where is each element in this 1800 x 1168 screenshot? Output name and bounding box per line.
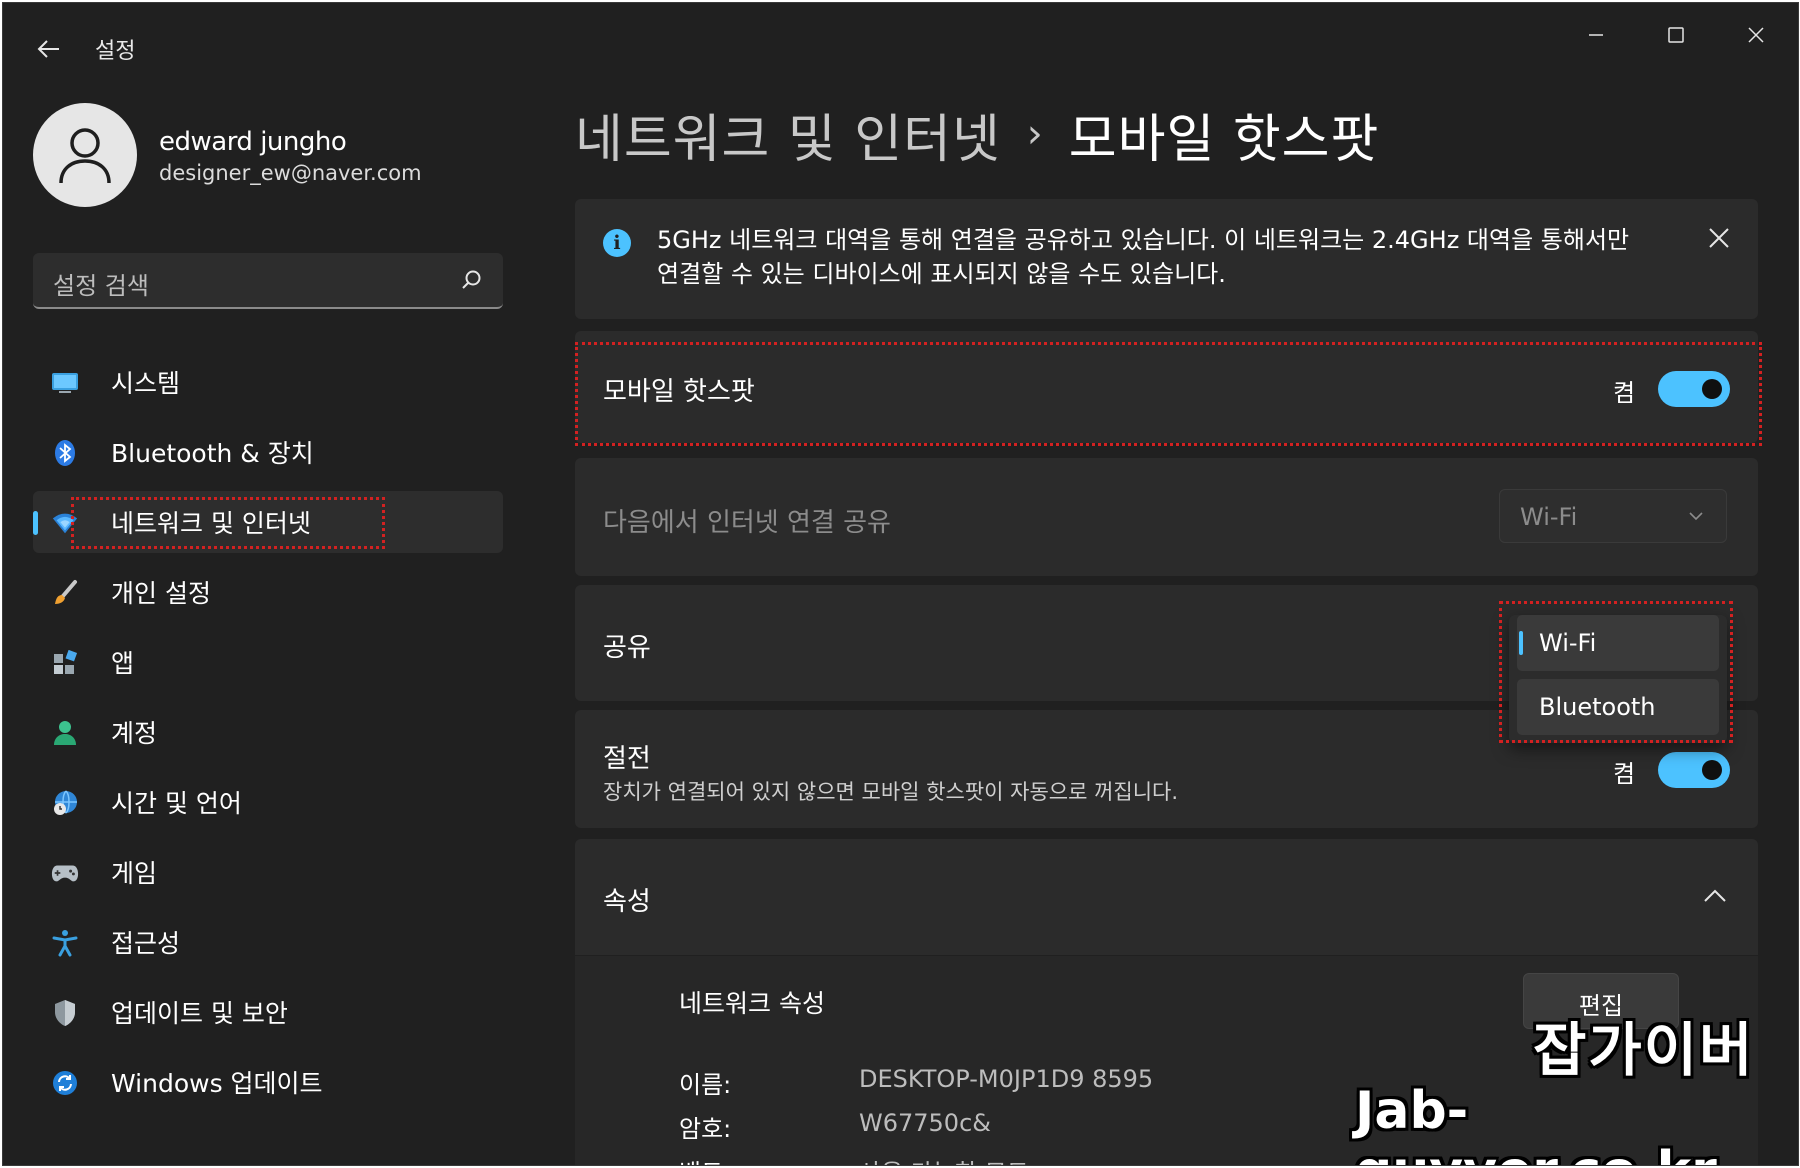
share-option-bluetooth[interactable]: Bluetooth — [1517, 679, 1719, 735]
globe-clock-icon — [51, 789, 79, 817]
sidebar-item-gaming[interactable]: 게임 — [33, 841, 503, 903]
sidebar-item-label: Windows 업데이트 — [111, 1069, 323, 1098]
apps-icon — [51, 649, 79, 677]
sidebar-item-label: 시스템 — [111, 369, 181, 398]
band-value: 사용 가능한 모드 — [859, 1153, 1029, 1165]
breadcrumb: 네트워크 및 인터넷 › 모바일 핫스팟 — [575, 97, 1380, 172]
info-bar: i 5GHz 네트워크 대역을 통해 연결을 공유하고 있습니다. 이 네트워크… — [575, 199, 1758, 319]
sidebar-nav: 시스템 Bluetooth & 장치 네트워크 및 인터넷 개인 설정 앱 계정… — [33, 351, 503, 1121]
sidebar-item-label: 시간 및 언어 — [111, 789, 242, 818]
chevron-down-icon — [1689, 512, 1703, 521]
maximize-button[interactable] — [1648, 17, 1704, 53]
name-key: 이름: — [679, 1071, 732, 1099]
sidebar-item-label: 게임 — [111, 859, 158, 888]
back-button[interactable] — [31, 31, 67, 67]
close-icon — [1709, 228, 1729, 248]
power-saving-description: 장치가 연결되어 있지 않으면 모바일 핫스팟이 자동으로 꺼집니다. — [603, 780, 1179, 804]
sidebar-item-label: 업데이트 및 보안 — [111, 999, 288, 1028]
sidebar-item-label: Bluetooth & 장치 — [111, 439, 314, 468]
chevron-up-icon — [1704, 889, 1726, 902]
minimize-button[interactable] — [1568, 17, 1624, 53]
share-over-flyout: Wi-Fi Bluetooth — [1509, 615, 1727, 743]
power-saving-state: 켬 — [1613, 760, 1636, 788]
sidebar-item-personalization[interactable]: 개인 설정 — [33, 561, 503, 623]
settings-window: 설정 edward jungho designer_ew@naver.com 설… — [2, 2, 1799, 1166]
sidebar-item-label: 네트워크 및 인터넷 — [111, 509, 311, 538]
sidebar-item-accessibility[interactable]: 접근성 — [33, 911, 503, 973]
toggle-knob — [1702, 760, 1722, 780]
back-arrow-icon — [37, 40, 59, 58]
share-option-label: Bluetooth — [1539, 693, 1656, 721]
user-name: edward jungho — [159, 127, 347, 157]
name-value: DESKTOP-M0JP1D9 8595 — [859, 1065, 1154, 1093]
sidebar-item-label: 개인 설정 — [111, 579, 211, 608]
accessibility-icon — [51, 929, 79, 957]
sidebar-item-label: 계정 — [111, 719, 158, 748]
info-icon: i — [603, 229, 631, 257]
minimize-icon — [1589, 34, 1603, 36]
share-from-value: Wi-Fi — [1520, 503, 1578, 531]
page-title: 모바일 핫스팟 — [1068, 109, 1380, 170]
sidebar-item-time-language[interactable]: 시간 및 언어 — [33, 771, 503, 833]
breadcrumb-parent[interactable]: 네트워크 및 인터넷 — [575, 97, 1001, 172]
hotspot-card: 모바일 핫스팟 켬 — [575, 331, 1758, 443]
sidebar-item-system[interactable]: 시스템 — [33, 351, 503, 413]
sidebar-item-label: 앱 — [111, 649, 135, 678]
bluetooth-icon — [51, 439, 79, 467]
network-icon — [51, 509, 79, 537]
hotspot-state: 켬 — [1613, 379, 1636, 407]
close-window-button[interactable] — [1728, 17, 1784, 53]
toggle-knob — [1702, 379, 1722, 399]
search-placeholder: 설정 검색 — [53, 272, 149, 300]
avatar[interactable] — [33, 103, 137, 207]
shield-icon — [51, 999, 79, 1027]
password-key: 암호: — [679, 1115, 732, 1143]
share-option-label: Wi-Fi — [1539, 629, 1597, 657]
hotspot-toggle[interactable] — [1658, 371, 1730, 407]
password-value: W67750c& — [859, 1109, 991, 1137]
sidebar-item-bluetooth[interactable]: Bluetooth & 장치 — [33, 421, 503, 483]
sidebar-item-apps[interactable]: 앱 — [33, 631, 503, 693]
user-email: designer_ew@naver.com — [159, 161, 422, 185]
share-from-label: 다음에서 인터넷 연결 공유 — [603, 508, 891, 538]
sidebar-item-accounts[interactable]: 계정 — [33, 701, 503, 763]
power-saving-label: 절전 — [603, 744, 651, 774]
brush-icon — [51, 579, 79, 607]
share-over-label: 공유 — [603, 633, 651, 663]
info-message: 5GHz 네트워크 대역을 통해 연결을 공유하고 있습니다. 이 네트워크는 … — [657, 226, 1630, 288]
share-from-card: 다음에서 인터넷 연결 공유 Wi-Fi — [575, 458, 1758, 576]
gamepad-icon — [51, 859, 79, 887]
title-bar: 설정 — [3, 3, 1798, 89]
hotspot-label: 모바일 핫스팟 — [603, 377, 755, 407]
power-saving-toggle[interactable] — [1658, 752, 1730, 788]
watermark-title: 잡가이버 — [1533, 1016, 1755, 1084]
breadcrumb-separator: › — [1026, 111, 1043, 157]
band-key: 밴드: — [679, 1153, 731, 1165]
watermark-url: Jab-guyver.co.kr — [1355, 1081, 1717, 1165]
sidebar-item-label: 접근성 — [111, 929, 181, 958]
share-from-dropdown[interactable]: Wi-Fi — [1499, 489, 1727, 543]
search-icon — [462, 270, 481, 289]
person-icon — [51, 719, 79, 747]
search-input[interactable]: 설정 검색 — [33, 253, 503, 309]
properties-header[interactable]: 속성 — [575, 839, 1758, 955]
maximize-icon — [1668, 27, 1684, 43]
selected-indicator — [1519, 631, 1523, 655]
info-close-button[interactable] — [1708, 227, 1730, 253]
app-title: 설정 — [95, 39, 136, 64]
sidebar-item-network[interactable]: 네트워크 및 인터넷 — [33, 491, 503, 553]
sidebar-item-windows-update[interactable]: Windows 업데이트 — [33, 1051, 503, 1113]
active-indicator — [33, 511, 38, 535]
close-icon — [1748, 27, 1764, 43]
monitor-icon — [51, 369, 79, 397]
person-icon — [59, 128, 111, 184]
sync-icon — [51, 1069, 79, 1097]
properties-label: 속성 — [603, 887, 651, 917]
network-properties-label: 네트워크 속성 — [679, 989, 825, 1018]
share-option-wifi[interactable]: Wi-Fi — [1517, 615, 1719, 671]
sidebar-item-update-security[interactable]: 업데이트 및 보안 — [33, 981, 503, 1043]
